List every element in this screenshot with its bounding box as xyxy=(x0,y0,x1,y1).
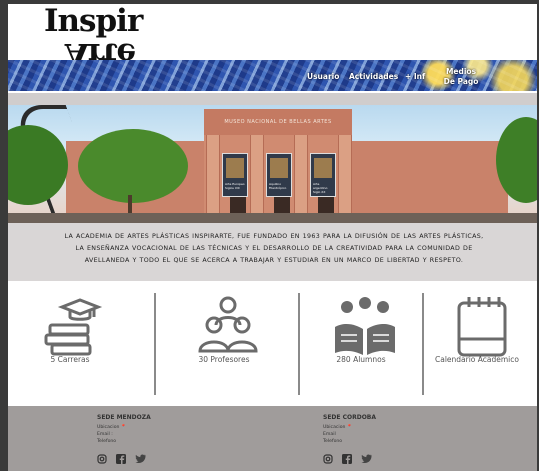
exhibit-banner: Aquilino Filantrópico xyxy=(266,153,292,197)
column xyxy=(294,135,308,219)
teachers-group-icon xyxy=(198,296,258,353)
graduation-books-icon xyxy=(44,298,103,356)
stat-label: 30 Profesores xyxy=(198,355,250,364)
separator-strip xyxy=(8,93,537,105)
page: Inspir Arte Usuario Actividades + Inf Me… xyxy=(8,4,537,471)
nav-item-mas-info[interactable]: + Inf xyxy=(405,72,425,82)
divider xyxy=(154,293,156,395)
footer: SEDE MENDOZA Ubicacion 📍 Email : Telefon… xyxy=(8,406,537,471)
stat-label: 5 Carreras xyxy=(50,355,90,364)
sede-ubicacion[interactable]: Ubicacion 📍 xyxy=(323,424,443,431)
nav-item-usuario[interactable]: Usuario xyxy=(307,72,339,82)
divider xyxy=(298,293,300,395)
stat-alumnos[interactable]: 280 Alumnos xyxy=(301,289,421,399)
building-pediment: MUSEO NACIONAL DE BELLAS ARTES xyxy=(204,109,352,137)
instagram-icon[interactable] xyxy=(323,449,333,468)
stat-label: 280 Alumnos xyxy=(336,355,386,364)
social-icons xyxy=(323,448,443,464)
exhibit-banner: Arte Europeo Siglos XIII xyxy=(222,153,248,197)
stat-label: Calendario Academico xyxy=(435,355,519,364)
sede-mendoza: SEDE MENDOZA Ubicacion 📍 Email : Telefon… xyxy=(97,414,217,464)
sede-title: SEDE CORDOBA xyxy=(323,414,377,421)
nav-item-medios-de-pago[interactable]: Medios De Pago xyxy=(439,67,483,87)
column xyxy=(338,135,352,219)
social-icons xyxy=(97,448,217,464)
sede-email[interactable]: Email : xyxy=(97,431,217,438)
stat-carreras[interactable]: 5 Carreras xyxy=(10,289,130,399)
twitter-icon[interactable] xyxy=(361,449,373,468)
column xyxy=(206,135,220,219)
stats-section: 5 Carreras 30 Profesores 280 Alumnos Cal… xyxy=(8,289,537,399)
location-pin-icon: 📍 xyxy=(120,425,127,430)
nav-item-actividades[interactable]: Actividades xyxy=(349,72,398,82)
column xyxy=(250,135,264,219)
hero-museum-photo: MUSEO NACIONAL DE BELLAS ARTES Arte Euro… xyxy=(8,105,537,223)
sede-telefono[interactable]: Telefono xyxy=(97,438,217,445)
nav-bar: Usuario Actividades + Inf Medios De Pago xyxy=(8,60,537,91)
museum-sign: MUSEO NACIONAL DE BELLAS ARTES xyxy=(224,119,332,125)
facebook-icon[interactable] xyxy=(342,449,353,468)
tree xyxy=(78,129,188,203)
sede-ubicacion[interactable]: Ubicacion 📍 xyxy=(97,424,217,431)
facebook-icon[interactable] xyxy=(116,449,127,468)
notepad-calendar-icon xyxy=(457,297,507,357)
sede-email[interactable]: Email xyxy=(323,431,443,438)
sidewalk xyxy=(8,213,537,223)
students-reading-icon xyxy=(335,297,395,355)
intro-section: LA ACADEMIA DE ARTES PLÁSTICAS INSPIRART… xyxy=(8,223,537,281)
stat-calendario[interactable]: Calendario Academico xyxy=(417,289,537,399)
logo-top-text: Inspir xyxy=(44,4,143,39)
sede-cordoba: SEDE CORDOBA Ubicacion 📍 Email Telefono xyxy=(323,414,443,464)
intro-text: LA ACADEMIA DE ARTES PLÁSTICAS INSPIRART… xyxy=(64,233,484,264)
sede-telefono[interactable]: Telefono xyxy=(323,438,443,445)
stat-profesores[interactable]: 30 Profesores xyxy=(164,289,284,399)
twitter-icon[interactable] xyxy=(135,449,147,468)
location-pin-icon: 📍 xyxy=(346,425,353,430)
building-right-wing xyxy=(348,141,508,219)
instagram-icon[interactable] xyxy=(97,449,107,468)
exhibit-banner: Arte argentino Siglo XX xyxy=(310,153,336,197)
sede-title: SEDE MENDOZA xyxy=(97,414,151,421)
